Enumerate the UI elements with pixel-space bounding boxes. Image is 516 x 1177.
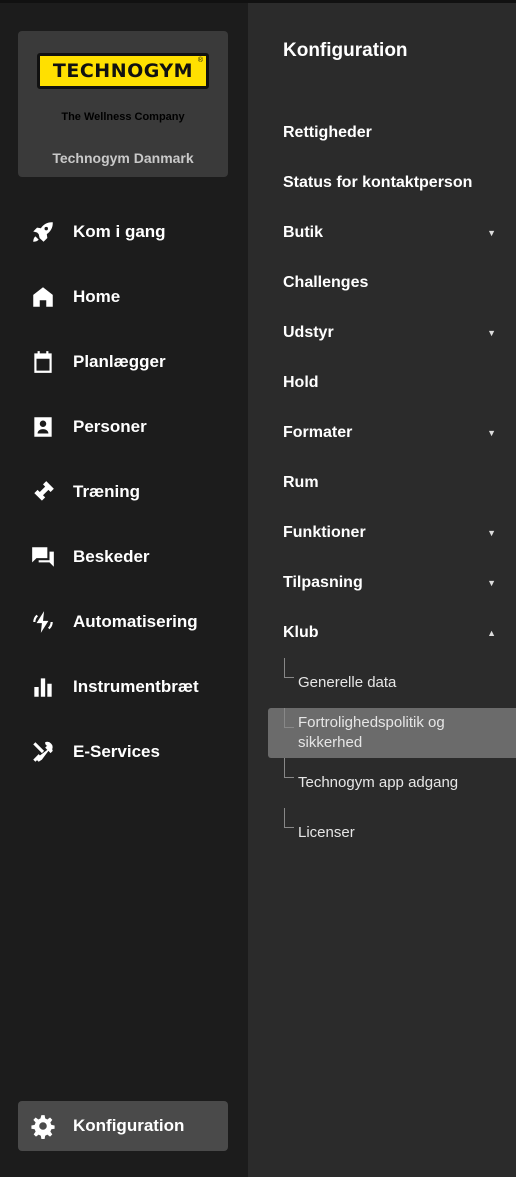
menu-item-udstyr[interactable]: Udstyr ▼ [248,308,516,358]
gear-icon [29,1112,57,1140]
nav-item-automatisering[interactable]: Automatisering [0,589,248,654]
nav-label: Personer [73,416,147,436]
person-badge-icon [29,413,57,441]
brand-card[interactable]: TECHNOGYM ® The Wellness Company Technog… [18,31,228,177]
sub-item-technogym-app-adgang[interactable]: Technogym app adgang [248,758,516,808]
nav-label: Træning [73,481,141,501]
nav-item-e-services[interactable]: E-Services [0,719,248,784]
menu-label: Butik [283,224,323,241]
nav-label: Home [73,286,121,306]
menu-item-rettigheder[interactable]: Rettigheder [248,108,516,158]
chat-icon [29,543,57,571]
caret-up-icon: ▲ [487,628,496,638]
menu-label: Hold [283,374,319,391]
nav-label: Instrumentbræt [73,676,199,696]
nav-label: Planlægger [73,351,166,371]
menu-label: Status for kontaktperson [283,174,473,191]
technogym-logo: TECHNOGYM ® [37,53,209,89]
menu-label: Klub [283,624,319,641]
menu-label: Udstyr [283,324,334,341]
configuration-panel: Konfiguration Rettigheder Status for kon… [248,3,516,1177]
konfiguration-label: Konfiguration [73,1116,185,1135]
sub-label: Technogym app adgang [298,774,459,791]
menu-item-status-for-kontaktperson[interactable]: Status for kontaktperson [248,158,516,208]
nav-item-personer[interactable]: Personer [0,394,248,459]
menu-label: Formater [283,424,353,441]
rocket-icon [29,218,57,246]
dumbbell-icon [29,478,57,506]
home-icon [29,283,57,311]
nav-item-beskeder[interactable]: Beskeder [0,524,248,589]
tree-connector [284,758,294,778]
nav-item-kom-i-gang[interactable]: Kom i gang [0,199,248,264]
menu-label: Rum [283,474,319,491]
logo-text: TECHNOGYM [52,60,194,82]
tools-icon [29,738,57,766]
menu-label: Funktioner [283,524,366,541]
nav-item-home[interactable]: Home [0,264,248,329]
menu-item-formater[interactable]: Formater ▼ [248,408,516,458]
sub-item-fortrolighedspolitik[interactable]: Fortrolighedspolitik og sikkerhed [268,708,516,758]
config-menu: Rettigheder Status for kontaktperson But… [248,108,516,858]
menu-item-rum[interactable]: Rum [248,458,516,508]
sub-item-licenser[interactable]: Licenser [248,808,516,858]
konfiguration-button[interactable]: Konfiguration [18,1101,228,1151]
tree-connector [284,658,294,678]
brand-tagline: The Wellness Company [61,111,185,123]
nav-label: Automatisering [73,611,198,631]
menu-item-butik[interactable]: Butik ▼ [248,208,516,258]
menu-label: Challenges [283,274,369,291]
sub-label: Fortrolighedspolitik og sikkerhed [298,714,445,751]
sub-item-generelle-data[interactable]: Generelle data [248,658,516,708]
tree-connector [284,808,294,828]
menu-item-klub[interactable]: Klub ▲ [248,608,516,658]
calendar-icon [29,348,57,376]
main-nav: Kom i gang Home Planlægger Personer Træn… [0,199,248,784]
menu-item-tilpasning[interactable]: Tilpasning ▼ [248,558,516,608]
nav-label: Beskeder [73,546,150,566]
nav-item-traening[interactable]: Træning [0,459,248,524]
panel-title: Konfiguration [283,40,408,61]
sub-label: Licenser [298,824,355,841]
tree-connector [284,708,294,728]
caret-down-icon: ▼ [487,428,496,438]
menu-item-challenges[interactable]: Challenges [248,258,516,308]
nav-label: E-Services [73,741,160,761]
menu-item-funktioner[interactable]: Funktioner ▼ [248,508,516,558]
menu-label: Tilpasning [283,574,363,591]
menu-label: Rettigheder [283,124,372,141]
nav-item-planlaegger[interactable]: Planlægger [0,329,248,394]
sub-label: Generelle data [298,674,397,691]
caret-down-icon: ▼ [487,228,496,238]
caret-down-icon: ▼ [487,578,496,588]
nav-item-instrumentbraet[interactable]: Instrumentbræt [0,654,248,719]
caret-down-icon: ▼ [487,528,496,538]
menu-item-hold[interactable]: Hold [248,358,516,408]
sidebar: TECHNOGYM ® The Wellness Company Technog… [0,3,248,1177]
nav-label: Kom i gang [73,221,166,241]
bar-chart-icon [29,673,57,701]
registered-mark: ® [197,57,203,64]
company-name: Technogym Danmark [52,150,194,166]
automation-icon [29,608,57,636]
caret-down-icon: ▼ [487,328,496,338]
